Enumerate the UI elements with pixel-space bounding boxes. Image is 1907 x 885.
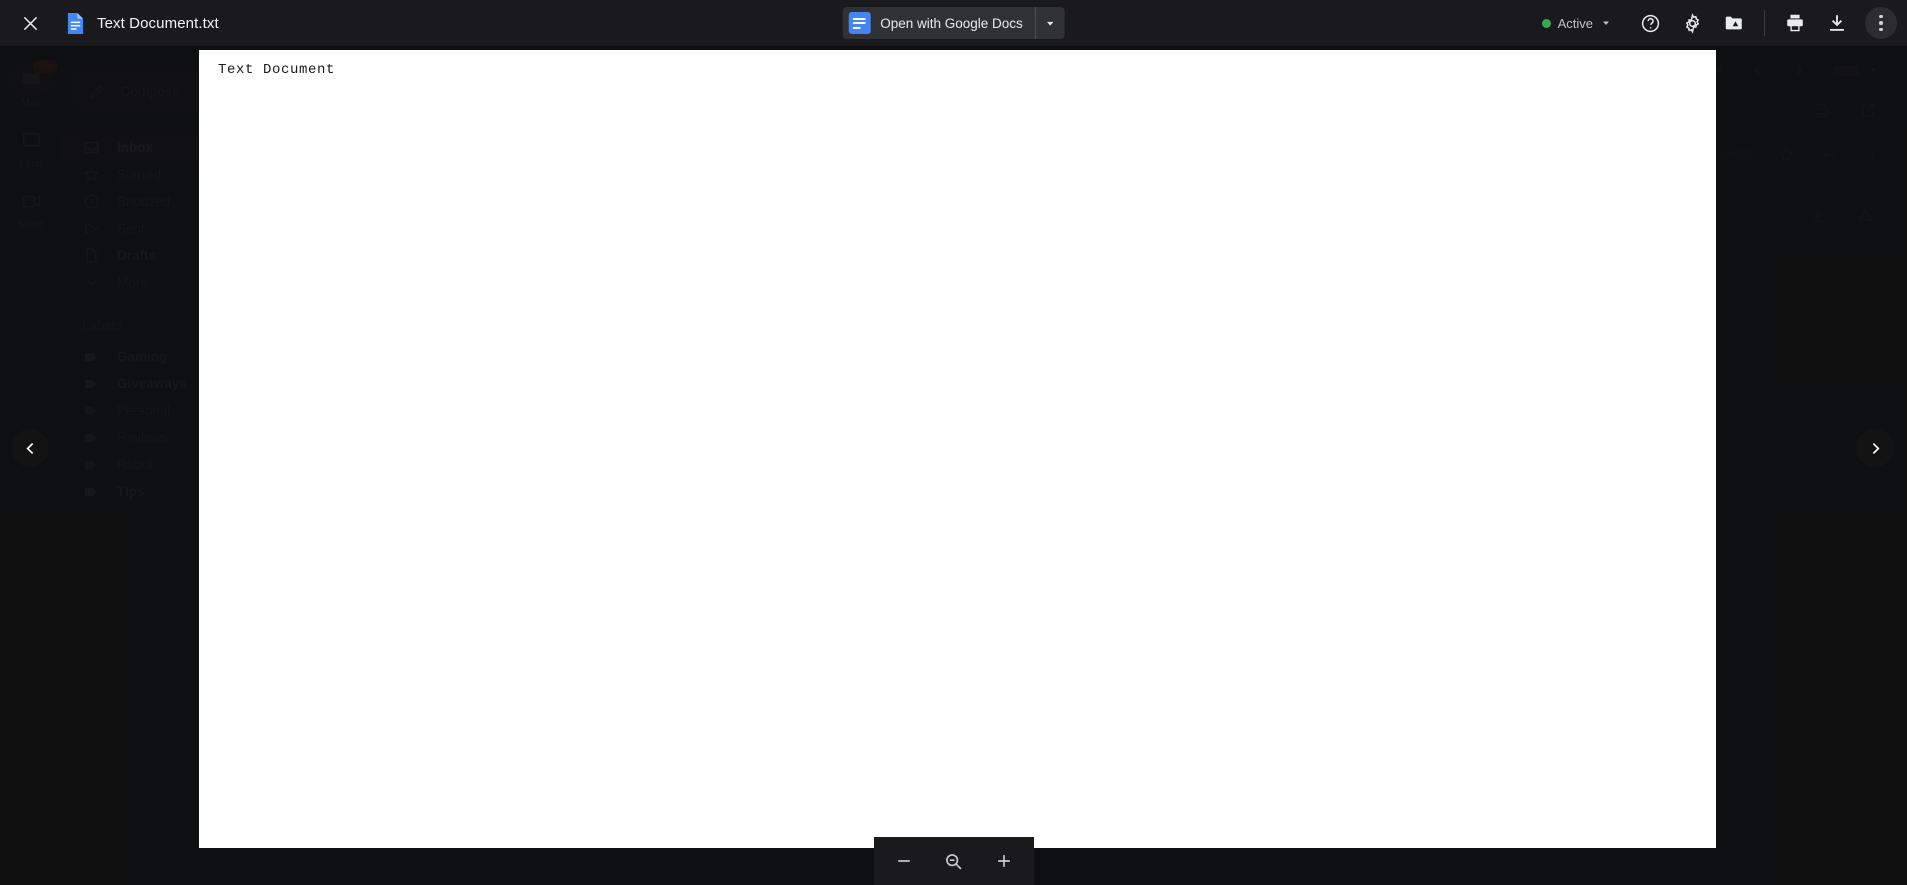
document-text-content: Text Document [218,62,336,78]
next-attachment-button[interactable] [1856,429,1894,467]
zoom-toolbar [873,837,1034,885]
status-label: Active [1557,15,1593,31]
zoom-fit-button[interactable] [934,841,974,881]
account-menu-button[interactable] [1865,7,1897,39]
more-vertical-icon [1879,14,1883,32]
attachment-filename: Text Document.txt [97,14,219,32]
status-dot-icon [1541,18,1551,28]
zoom-in-button[interactable] [984,841,1024,881]
zoom-out-button[interactable] [884,841,924,881]
open-with-group: Open with Google Docs [842,7,1065,39]
previous-attachment-button[interactable] [11,429,49,467]
open-with-label: Open with Google Docs [880,15,1023,31]
close-button[interactable] [8,1,52,45]
help-icon [1641,14,1659,32]
document-page[interactable]: Text Document [199,50,1716,848]
text-file-icon [66,12,85,35]
status-badge[interactable]: Active [1541,15,1612,31]
chevron-down-icon [1603,21,1609,25]
open-with-google-docs-button[interactable]: Open with Google Docs [842,7,1035,39]
add-to-drive-icon [1725,16,1742,30]
download-button[interactable] [1817,3,1857,43]
print-icon [1787,14,1803,32]
help-button[interactable] [1630,3,1670,43]
close-icon [23,16,37,30]
chevron-right-icon [1872,442,1880,454]
print-button[interactable] [1775,3,1815,43]
plus-icon [997,855,1010,867]
chevron-left-icon [25,442,33,454]
toolbar-divider [1764,10,1765,36]
download-icon [1830,15,1844,31]
attachment-viewer-toolbar: Text Document.txt Open with Google Docs … [0,0,1907,46]
viewer-toolbar-right: Active [1541,3,1907,43]
google-docs-icon [848,12,871,34]
minus-icon [897,860,910,862]
add-to-drive-button[interactable] [1714,3,1754,43]
chevron-down-icon [1047,21,1054,26]
gear-icon [1685,12,1699,34]
open-with-dropdown-button[interactable] [1034,7,1065,39]
magnifier-minus-icon [946,853,962,870]
settings-button[interactable] [1672,3,1712,43]
